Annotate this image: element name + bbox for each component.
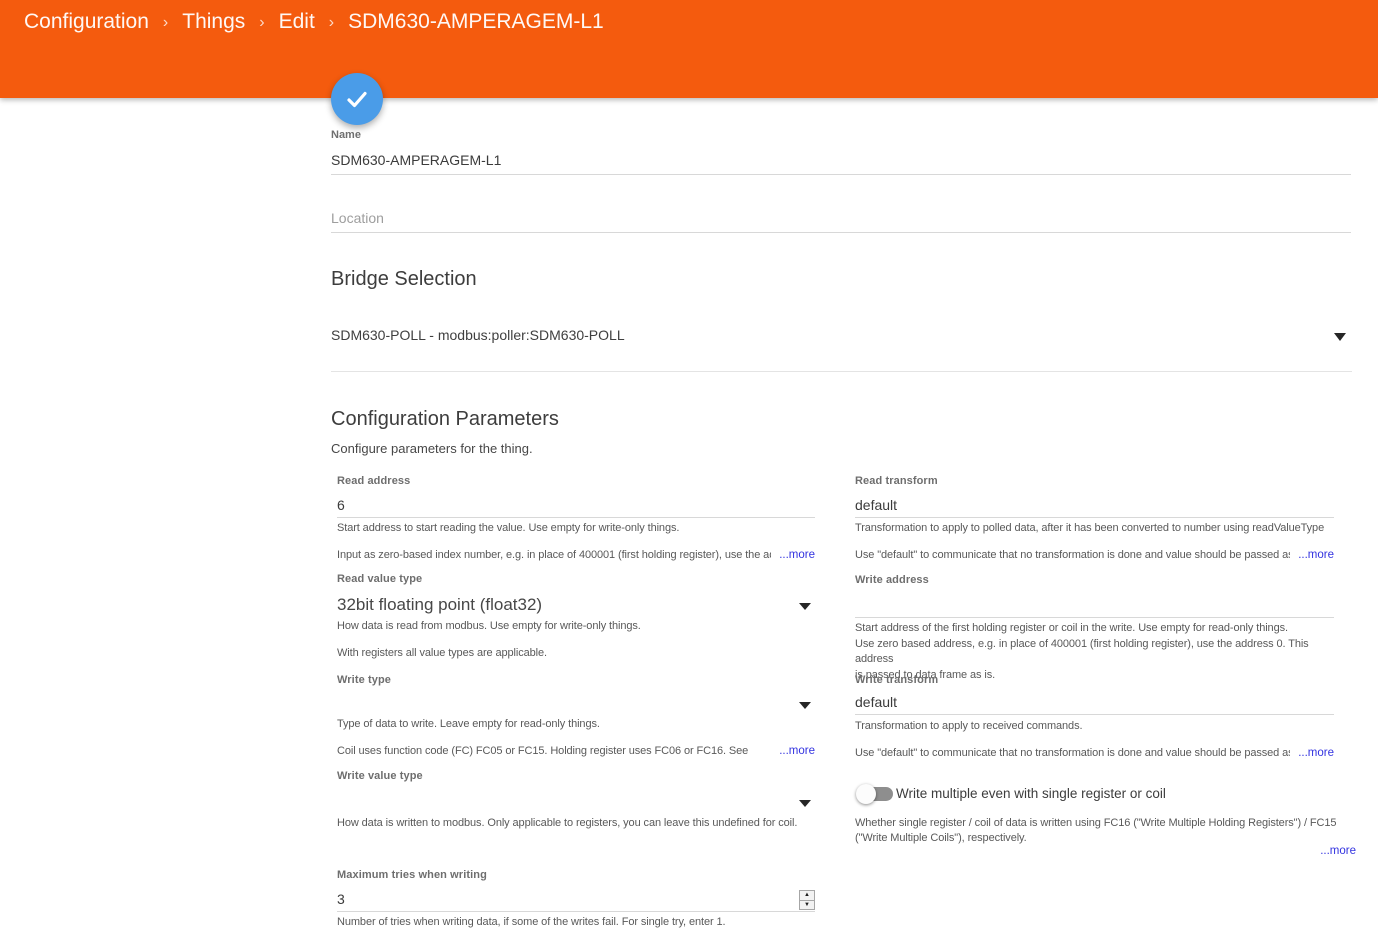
max-tries-help: Number of tries when writing data, if so…: [337, 915, 815, 930]
breadcrumb-item-things[interactable]: Things: [182, 10, 245, 34]
write-type-select[interactable]: [337, 694, 815, 716]
toggle-thumb: [856, 784, 876, 804]
breadcrumb-item-edit[interactable]: Edit: [279, 10, 315, 34]
write-value-type-label: Write value type: [337, 770, 423, 782]
write-multiple-toggle[interactable]: [856, 784, 896, 804]
write-address-input[interactable]: [855, 596, 1334, 618]
read-address-label: Read address: [337, 475, 410, 487]
spinner-down-icon[interactable]: ▼: [800, 901, 814, 910]
max-tries-label: Maximum tries when writing: [337, 869, 487, 881]
name-input[interactable]: SDM630-AMPERAGEM-L1: [331, 148, 1351, 175]
spinner-up-icon[interactable]: ▲: [800, 891, 814, 901]
write-transform-help: Transformation to apply to received comm…: [855, 719, 1334, 734]
breadcrumb-current-thing: SDM630-AMPERAGEM-L1: [348, 10, 604, 34]
read-transform-help: Transformation to apply to polled data, …: [855, 521, 1334, 536]
edit-thing-page: Configuration › Things › Edit › SDM630-A…: [0, 0, 1378, 941]
breadcrumb-item-configuration[interactable]: Configuration: [24, 10, 149, 34]
read-value-type-help-extra: With registers all value types are appli…: [337, 646, 815, 661]
write-value-type-select[interactable]: [337, 792, 815, 814]
read-address-input[interactable]: 6: [337, 494, 815, 518]
breadcrumb: Configuration › Things › Edit › SDM630-A…: [24, 10, 604, 34]
write-multiple-help: Whether single register / coil of data i…: [855, 816, 1349, 846]
write-value-type-help: How data is written to modbus. Only appl…: [337, 816, 815, 831]
read-address-more-link[interactable]: ...more: [779, 549, 815, 561]
read-transform-label: Read transform: [855, 475, 938, 487]
read-address-help-extra: Input as zero-based index number, e.g. i…: [337, 549, 815, 561]
read-value-type-label: Read value type: [337, 573, 422, 585]
write-type-help: Type of data to write. Leave empty for r…: [337, 717, 815, 732]
write-transform-more-link[interactable]: ...more: [1298, 747, 1334, 759]
bridge-selection-heading: Bridge Selection: [331, 268, 477, 291]
read-transform-help-extra: Use "default" to communicate that no tra…: [855, 549, 1334, 561]
chevron-right-icon: ›: [259, 12, 264, 32]
write-transform-help-extra: Use "default" to communicate that no tra…: [855, 747, 1334, 759]
bridge-select[interactable]: SDM630-POLL - modbus:poller:SDM630-POLL: [331, 327, 1352, 372]
read-value-type-select[interactable]: 32bit floating point (float32): [337, 595, 815, 619]
dropdown-arrow-icon: [799, 800, 811, 807]
read-value-type-value: 32bit floating point (float32): [337, 595, 542, 614]
chevron-right-icon: ›: [163, 12, 168, 32]
write-type-help-extra: Coil uses function code (FC) FC05 or FC1…: [337, 745, 815, 757]
location-input[interactable]: Location: [331, 206, 1351, 233]
config-parameters-heading: Configuration Parameters: [331, 408, 559, 431]
name-label: Name: [331, 129, 361, 141]
read-transform-more-link[interactable]: ...more: [1298, 549, 1334, 561]
read-value-type-help: How data is read from modbus. Use empty …: [337, 619, 815, 634]
write-multiple-label: Write multiple even with single register…: [896, 786, 1166, 801]
write-type-more-link[interactable]: ...more: [779, 745, 815, 757]
number-spinner[interactable]: ▲ ▼: [799, 890, 815, 910]
write-transform-input[interactable]: default: [855, 692, 1334, 715]
chevron-right-icon: ›: [329, 12, 334, 32]
write-type-label: Write type: [337, 674, 391, 686]
check-icon: [344, 86, 370, 112]
dropdown-arrow-icon: [1334, 333, 1346, 341]
read-address-help: Start address to start reading the value…: [337, 521, 815, 536]
write-address-label: Write address: [855, 574, 929, 586]
bridge-select-value: SDM630-POLL - modbus:poller:SDM630-POLL: [331, 327, 625, 343]
read-transform-input[interactable]: default: [855, 494, 1334, 518]
save-button[interactable]: [331, 73, 383, 125]
dropdown-arrow-icon: [799, 603, 811, 610]
dropdown-arrow-icon: [799, 702, 811, 709]
config-parameters-description: Configure parameters for the thing.: [331, 441, 533, 456]
max-tries-input[interactable]: 3 ▲ ▼: [337, 889, 815, 912]
write-transform-label: Write transform: [855, 674, 938, 686]
app-bar: Configuration › Things › Edit › SDM630-A…: [0, 0, 1378, 98]
write-multiple-more-link[interactable]: ...more: [863, 845, 1356, 857]
